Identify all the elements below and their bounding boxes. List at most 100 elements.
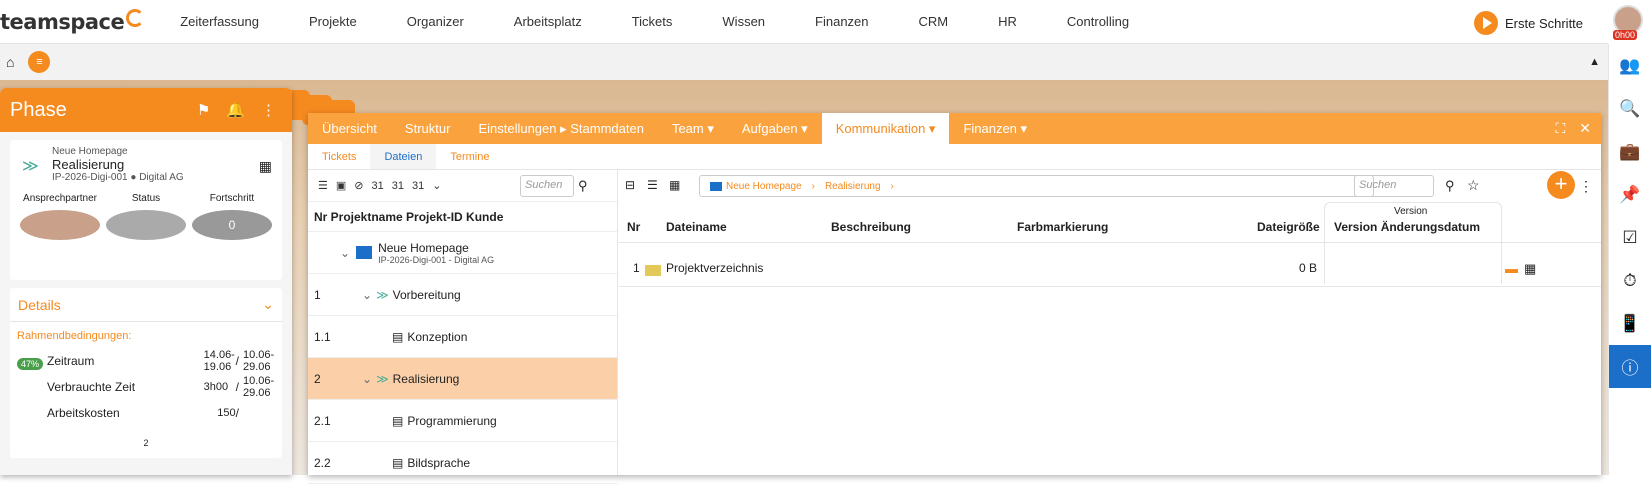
calendar-31c-icon[interactable]: 31 bbox=[412, 180, 424, 192]
search-icon[interactable]: 🔍 bbox=[1609, 87, 1651, 130]
col-nr[interactable]: Nr bbox=[627, 220, 640, 234]
row-divider bbox=[619, 286, 1601, 287]
task-icon: ▤ bbox=[392, 329, 404, 344]
progress-pill: 47% bbox=[17, 358, 44, 370]
subtab-termine[interactable]: Termine bbox=[436, 144, 503, 169]
file-size: 0 B bbox=[1299, 261, 1318, 275]
structure-tree-panel: ☰ ▣ ⊘ 31 31 31 ⌄ Suchen ⚲ Nr Projektname… bbox=[308, 170, 618, 484]
folder-icon bbox=[356, 246, 373, 259]
more-icon[interactable]: ⋮ bbox=[1579, 178, 1593, 195]
phase-summary-card: ≫ ▦ Neue Homepage Realisierung IP-2026-D… bbox=[10, 140, 282, 280]
nav-projekte[interactable]: Projekte bbox=[309, 14, 357, 29]
time-badge: 0h00 bbox=[1613, 30, 1638, 40]
col-version-datum[interactable]: Version Änderungsdatum bbox=[1334, 220, 1480, 234]
tab-kommunikation[interactable]: Kommunikation ▾ bbox=[821, 113, 950, 144]
tree-row[interactable]: 1 ⌄ ≫ Vorbereitung bbox=[308, 274, 617, 316]
breadcrumb-item[interactable]: Neue Homepage bbox=[726, 181, 802, 192]
calendar-31b-icon[interactable]: 31 bbox=[392, 180, 404, 192]
nav-finanzen[interactable]: Finanzen bbox=[815, 14, 868, 29]
tree-row[interactable]: 1.1 ▤ Konzeption bbox=[308, 316, 617, 358]
subtab-tickets[interactable]: Tickets bbox=[308, 144, 370, 169]
briefcase-icon[interactable]: 💼 bbox=[1609, 130, 1651, 173]
timer-icon[interactable]: ⏱ bbox=[1609, 259, 1651, 302]
pin-icon[interactable]: 📌 bbox=[1609, 173, 1651, 216]
pin-icon[interactable]: ⚑ bbox=[197, 101, 210, 119]
tab-finanzen[interactable]: Finanzen ▾ bbox=[949, 113, 1041, 144]
tree-root[interactable]: ⌄ Neue Homepage IP-2026-Digi-001 - Digita… bbox=[308, 232, 617, 274]
tab-einstellungen[interactable]: Einstellungen ▸ Stammdaten bbox=[464, 113, 658, 144]
col-dateiname[interactable]: Dateiname bbox=[666, 220, 727, 234]
tab-struktur[interactable]: Struktur bbox=[391, 113, 465, 144]
add-file-button[interactable]: + bbox=[1547, 171, 1575, 199]
task-icon: ▤ bbox=[392, 455, 404, 470]
filter-icon[interactable]: ⚲ bbox=[578, 178, 588, 194]
calendar-31-icon[interactable]: 31 bbox=[372, 180, 384, 192]
breadcrumb-item[interactable]: Realisierung bbox=[825, 181, 881, 192]
files-search-input[interactable]: Suchen bbox=[1354, 175, 1434, 197]
status-play-icon[interactable] bbox=[106, 210, 186, 240]
info-icon[interactable]: ⓘ bbox=[1609, 345, 1651, 388]
maximize-icon[interactable]: ⛶ bbox=[1555, 120, 1565, 137]
subtab-dateien[interactable]: Dateien bbox=[370, 144, 437, 169]
contact-avatar[interactable] bbox=[20, 210, 100, 240]
logo[interactable]: teamspace bbox=[0, 8, 145, 34]
no-filter-icon[interactable]: ⊘ bbox=[354, 179, 363, 192]
calendar-icon[interactable]: ▣ bbox=[336, 179, 346, 192]
chevron-down-icon: ⌄ bbox=[340, 245, 351, 260]
more-icon[interactable]: ⋮ bbox=[261, 101, 276, 119]
collapse-up-icon[interactable]: ▲ bbox=[1589, 56, 1600, 68]
chevron-down-icon[interactable]: ⌄ bbox=[432, 179, 441, 192]
files-panel: ⊟ ☰ ▦ Neue Homepage › Realisierung › Suche… bbox=[619, 170, 1601, 475]
details-header[interactable]: Details ⌄ bbox=[10, 288, 282, 322]
details-card: Details ⌄ Rahmendbedingungen: 47% Zeitrau… bbox=[10, 288, 282, 458]
grid-icon[interactable]: ▦ bbox=[259, 158, 272, 175]
chevron-down-icon: ⌄ bbox=[362, 371, 373, 386]
col-dateigroesse[interactable]: Dateigröße bbox=[1257, 220, 1320, 234]
phase-header: Phase ⚑ 🔔 ⋮ bbox=[0, 88, 292, 132]
col-farbmarkierung[interactable]: Farbmarkierung bbox=[1017, 220, 1108, 234]
header-divider bbox=[619, 242, 1601, 243]
list-icon[interactable]: ☰ bbox=[318, 179, 328, 192]
project-name: Neue Homepage bbox=[52, 146, 128, 157]
tab-team[interactable]: Team ▾ bbox=[658, 113, 728, 144]
tree-search-input[interactable]: Suchen bbox=[520, 175, 574, 197]
open-folder-icon[interactable]: ▬ bbox=[1505, 261, 1518, 276]
footer-count: 2 bbox=[143, 438, 149, 448]
collapse-panel-icon[interactable]: ⊟ bbox=[625, 178, 635, 192]
user-avatar[interactable]: 0h00 bbox=[1613, 5, 1643, 40]
tab-aufgaben[interactable]: Aufgaben ▾ bbox=[728, 113, 822, 144]
top-bar: teamspace Zeiterfassung Projekte Organiz… bbox=[0, 0, 1643, 44]
grid-view-icon[interactable]: ▦ bbox=[669, 178, 680, 192]
nav-wissen[interactable]: Wissen bbox=[722, 14, 765, 29]
nav-hr[interactable]: HR bbox=[998, 14, 1017, 29]
tree-row[interactable]: 2.1 ▤ Programmierung bbox=[308, 400, 617, 442]
people-icon[interactable]: 👥 bbox=[1609, 44, 1651, 87]
folder-icon bbox=[710, 181, 722, 191]
tasks-icon[interactable]: ☑ bbox=[1609, 216, 1651, 259]
phone-icon[interactable]: 📱 bbox=[1609, 302, 1651, 345]
tab-uebersicht[interactable]: Übersicht bbox=[308, 113, 391, 144]
close-icon[interactable]: ✕ bbox=[1579, 120, 1591, 137]
list-icon[interactable]: ☰ bbox=[647, 178, 658, 192]
nav-organizer[interactable]: Organizer bbox=[407, 14, 464, 29]
tree-row[interactable]: 2.2 ▤ Bildsprache bbox=[308, 442, 617, 484]
nav-arbeitsplatz[interactable]: Arbeitsplatz bbox=[514, 14, 582, 29]
col-beschreibung[interactable]: Beschreibung bbox=[831, 220, 911, 234]
progress-circle: 0 bbox=[192, 210, 272, 240]
nav-zeiterfassung[interactable]: Zeiterfassung bbox=[180, 14, 259, 29]
grid-icon[interactable]: ▦ bbox=[1524, 261, 1536, 277]
row-arbeitskosten: Arbeitskosten 150/ bbox=[47, 406, 239, 420]
file-name[interactable]: Projektverzeichnis bbox=[666, 261, 763, 275]
row-zeitraum: Zeitraum 14.06- 19.06/10.06- 29.06 bbox=[47, 349, 275, 373]
tree-row[interactable]: 2 ⌄ ≫ Realisierung bbox=[308, 358, 617, 400]
nav-controlling[interactable]: Controlling bbox=[1067, 14, 1129, 29]
nav-tickets[interactable]: Tickets bbox=[632, 14, 673, 29]
menu-icon[interactable]: ≡ bbox=[28, 51, 51, 73]
erste-schritte-button[interactable]: Erste Schritte bbox=[1474, 11, 1583, 35]
status: Status bbox=[106, 193, 186, 246]
filter-icon[interactable]: ⚲ bbox=[1445, 178, 1455, 194]
star-icon[interactable]: ☆ bbox=[1467, 177, 1480, 194]
home-icon[interactable]: ⌂ bbox=[6, 54, 14, 70]
bell-icon[interactable]: 🔔 bbox=[226, 101, 245, 119]
nav-crm[interactable]: CRM bbox=[919, 14, 949, 29]
